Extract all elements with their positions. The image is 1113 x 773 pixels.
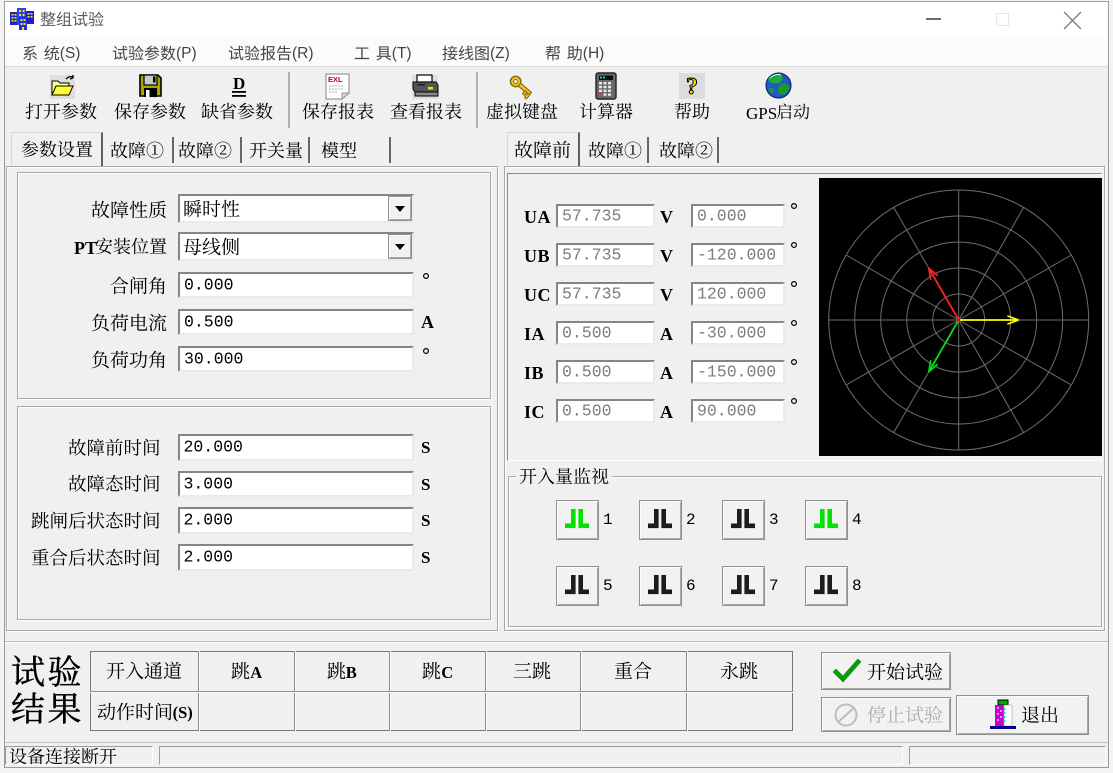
svg-text:?: ? <box>686 74 698 99</box>
svg-text:EXL: EXL <box>328 75 343 84</box>
svg-text:D: D <box>233 74 245 93</box>
